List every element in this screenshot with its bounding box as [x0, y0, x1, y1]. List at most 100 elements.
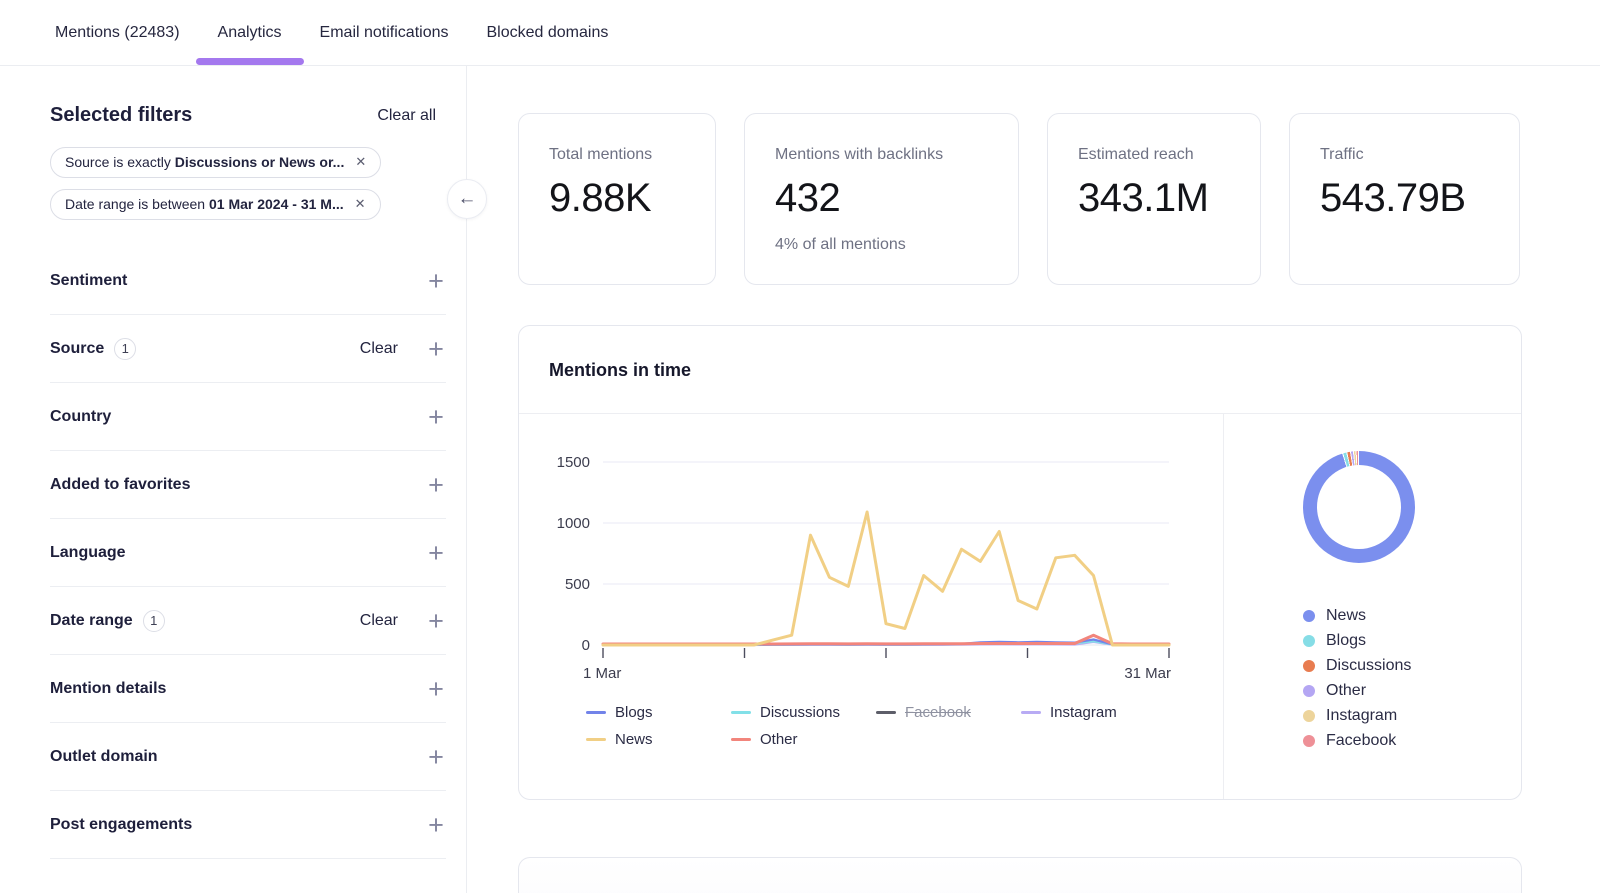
plus-icon[interactable]: + — [426, 815, 446, 835]
donut-legend-item-blogs: Blogs — [1303, 630, 1521, 651]
donut-legend-item-instagram: Instagram — [1303, 705, 1521, 726]
close-icon[interactable]: ✕ — [355, 196, 366, 212]
donut-legend-label: Instagram — [1326, 707, 1397, 725]
filter-row-date-range[interactable]: Date range 1 Clear + — [50, 587, 446, 655]
legend-label: News — [615, 731, 653, 748]
donut-legend-item-news: News — [1303, 605, 1521, 626]
source-donut-chart — [1303, 451, 1415, 563]
analytics-main: Total mentions 9.88K Mentions with backl… — [467, 66, 1600, 893]
chip-date-range-text: Date range is between 01 Mar 2024 - 31 M… — [65, 196, 344, 212]
filter-row-mention-details[interactable]: Mention details + — [50, 655, 446, 723]
filter-label: Sentiment — [50, 272, 127, 290]
legend-label: Discussions — [760, 704, 840, 721]
stat-card-traffic: Traffic 543.79B — [1289, 113, 1520, 285]
tab-mentions[interactable]: Mentions (22483) — [55, 0, 180, 65]
donut-legend-dot — [1303, 660, 1315, 672]
legend-swatch — [586, 738, 606, 741]
filter-row-source[interactable]: Source1 Clear+ — [50, 315, 446, 383]
tab-analytics[interactable]: Analytics — [218, 0, 282, 65]
plus-icon[interactable]: + — [426, 747, 446, 767]
donut-legend-item-other: Other — [1303, 680, 1521, 701]
filter-chips: Source is exactly Discussions or News or… — [50, 147, 446, 231]
filter-row-post-engagements[interactable]: Post engagements + — [50, 791, 446, 859]
stat-label: Estimated reach — [1078, 146, 1230, 164]
filter-row-favorites[interactable]: Added to favorites + — [50, 451, 446, 519]
filter-clear-button[interactable]: Clear — [360, 340, 398, 358]
chart-title: Mentions in time — [549, 360, 1491, 381]
filter-row-country[interactable]: Country + — [50, 383, 446, 451]
tab-mentions-label: Mentions (22483) — [55, 24, 180, 42]
stat-value: 432 — [775, 176, 988, 221]
plus-icon[interactable]: + — [426, 271, 446, 291]
clear-all-filters-button[interactable]: Clear all — [377, 107, 436, 125]
donut-legend-dot — [1303, 735, 1315, 747]
donut-legend-dot — [1303, 685, 1315, 697]
filter-list: Sentiment + Source 1 Clear + Country + Add… — [50, 247, 446, 859]
chart-card-header: Mentions in time — [519, 326, 1521, 414]
donut-legend-label: Facebook — [1326, 732, 1396, 750]
legend-item-facebook[interactable]: Facebook — [876, 704, 1021, 721]
filter-row-outlet-domain[interactable]: Outlet domain + — [50, 723, 446, 791]
stat-value: 343.1M — [1078, 176, 1230, 221]
stat-value: 543.79B — [1320, 176, 1489, 221]
line-chart-panel: 0500100015001 Mar31 Mar BlogsDiscussions… — [519, 414, 1223, 799]
legend-label: Other — [760, 731, 798, 748]
svg-text:500: 500 — [565, 576, 590, 593]
legend-swatch — [876, 711, 896, 714]
plus-icon[interactable]: + — [426, 339, 446, 359]
content-area: Selected filters Clear all Source is exa… — [0, 66, 1600, 893]
tab-blocked-domains-label: Blocked domains — [487, 24, 609, 42]
filters-sidebar: Selected filters Clear all Source is exa… — [0, 66, 467, 893]
stat-card-total-mentions: Total mentions 9.88K — [518, 113, 716, 285]
tab-email-notifications-label: Email notifications — [320, 24, 449, 42]
donut-legend-dot — [1303, 610, 1315, 622]
svg-text:1500: 1500 — [557, 454, 590, 471]
plus-icon[interactable]: + — [426, 543, 446, 563]
legend-item-blogs[interactable]: Blogs — [586, 704, 731, 721]
svg-text:1000: 1000 — [557, 515, 590, 532]
legend-swatch — [586, 711, 606, 714]
svg-text:31 Mar: 31 Mar — [1124, 665, 1171, 682]
donut-legend-label: Other — [1326, 682, 1366, 700]
donut-legend-item-facebook: Facebook — [1303, 730, 1521, 751]
filter-label: Mention details — [50, 680, 166, 698]
stat-label: Mentions with backlinks — [775, 146, 988, 164]
donut-legend-dot — [1303, 635, 1315, 647]
legend-item-discussions[interactable]: Discussions — [731, 704, 876, 721]
svg-text:1 Mar: 1 Mar — [583, 665, 621, 682]
filter-count-badge: 1 — [143, 610, 165, 632]
legend-swatch — [1021, 711, 1041, 714]
plus-icon[interactable]: + — [426, 611, 446, 631]
filter-label: Language — [50, 544, 126, 562]
legend-swatch — [731, 738, 751, 741]
legend-item-news[interactable]: News — [586, 731, 731, 748]
stat-card-backlinks: Mentions with backlinks 432 4% of all me… — [744, 113, 1019, 285]
tab-email-notifications[interactable]: Email notifications — [320, 0, 449, 65]
legend-item-instagram[interactable]: Instagram — [1021, 704, 1191, 721]
chart-card-body: 0500100015001 Mar31 Mar BlogsDiscussions… — [519, 414, 1521, 799]
filter-label: Outlet domain — [50, 748, 158, 766]
filter-label: Post engagements — [50, 816, 192, 834]
plus-icon[interactable]: + — [426, 407, 446, 427]
selected-filters-title: Selected filters — [50, 104, 192, 127]
filter-chip-source[interactable]: Source is exactly Discussions or News or… — [50, 147, 381, 178]
stat-card-estimated-reach: Estimated reach 343.1M — [1047, 113, 1261, 285]
legend-label: Blogs — [615, 704, 653, 721]
filter-label: Source — [50, 340, 104, 358]
plus-icon[interactable]: + — [426, 475, 446, 495]
filter-row-language[interactable]: Language + — [50, 519, 446, 587]
filter-row-sentiment[interactable]: Sentiment + — [50, 247, 446, 315]
donut-legend-label: News — [1326, 607, 1366, 625]
stat-value: 9.88K — [549, 176, 685, 221]
plus-icon[interactable]: + — [426, 679, 446, 699]
donut-legend-item-discussions: Discussions — [1303, 655, 1521, 676]
legend-item-other[interactable]: Other — [731, 731, 876, 748]
collapse-sidebar-button[interactable]: ← — [447, 179, 487, 219]
filter-clear-button[interactable]: Clear — [360, 612, 398, 630]
tab-blocked-domains[interactable]: Blocked domains — [487, 0, 609, 65]
close-icon[interactable]: ✕ — [355, 154, 366, 170]
legend-label: Facebook — [905, 704, 971, 721]
brand-monitoring-page: Mentions (22483) Analytics Email notific… — [0, 0, 1600, 893]
filter-chip-date-range[interactable]: Date range is between 01 Mar 2024 - 31 M… — [50, 189, 381, 220]
filter-label: Date range — [50, 612, 133, 630]
